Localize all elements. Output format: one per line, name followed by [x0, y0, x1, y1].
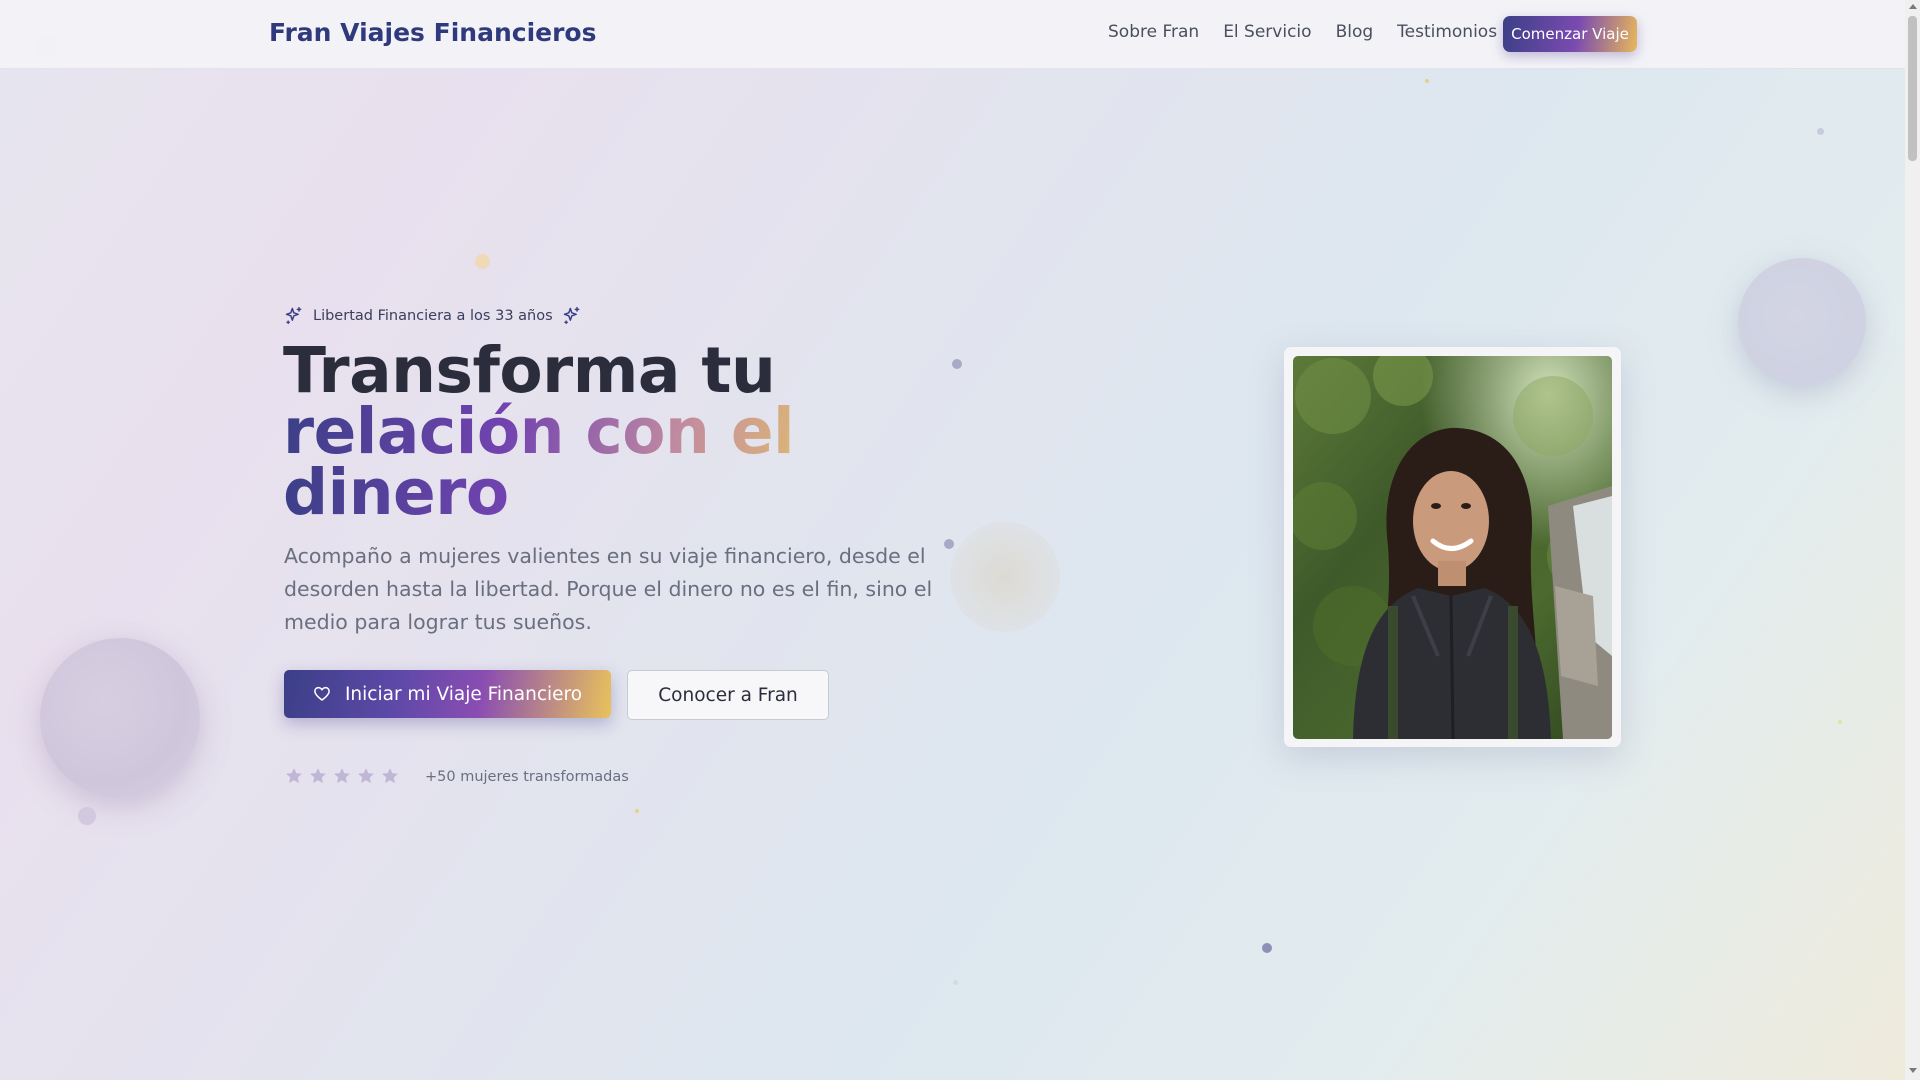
- hero-subtitle: Acompaño a mujeres valientes en su viaje…: [284, 544, 933, 634]
- decorative-dot: [1817, 128, 1824, 135]
- nav-link-blog[interactable]: Blog: [1336, 22, 1374, 42]
- decorative-blob: [950, 522, 1060, 632]
- decorative-blob: [1738, 258, 1866, 386]
- decorative-dot: [78, 807, 96, 825]
- star-icon: [334, 768, 350, 784]
- nav-link-sobre-fran[interactable]: Sobre Fran: [1108, 22, 1199, 42]
- decorative-dot: [1425, 79, 1429, 83]
- nav-link-testimonios[interactable]: Testimonios: [1397, 22, 1497, 42]
- star-icon: [358, 768, 374, 784]
- nav-link-el-servicio[interactable]: El Servicio: [1223, 22, 1311, 42]
- headline-line-3: dinero: [283, 461, 843, 524]
- scroll-down-arrow-icon[interactable]: [1909, 1068, 1917, 1073]
- rating-stars: [284, 766, 400, 786]
- star-icon: [310, 768, 326, 784]
- fran-photo-frame: [1284, 347, 1621, 747]
- brand-logo[interactable]: Fran Viajes Financieros: [269, 18, 596, 47]
- sparkles-icon: [563, 306, 580, 325]
- decorative-dot: [944, 539, 954, 549]
- landing-page: Fran Viajes Financieros Sobre Fran El Se…: [0, 0, 1905, 1080]
- star-icon: [286, 768, 302, 784]
- decorative-dot: [1262, 943, 1272, 953]
- iniciar-viaje-button[interactable]: Iniciar mi Viaje Financiero: [284, 670, 611, 718]
- scrollbar-thumb[interactable]: [1908, 16, 1917, 161]
- scroll-up-arrow-icon[interactable]: [1909, 4, 1917, 9]
- social-proof-text: +50 mujeres transformadas: [425, 769, 629, 785]
- hero-tagline: Libertad Financiera a los 33 años: [284, 306, 582, 326]
- iniciar-viaje-label: Iniciar mi Viaje Financiero: [344, 683, 583, 705]
- comenzar-viaje-button[interactable]: Comenzar Viaje: [1503, 16, 1637, 52]
- decorative-dot: [635, 809, 639, 813]
- decorative-dot: [475, 254, 490, 269]
- conocer-fran-button[interactable]: Conocer a Fran: [627, 670, 829, 720]
- heart-icon: [314, 686, 330, 701]
- top-navbar: Fran Viajes Financieros Sobre Fran El Se…: [0, 0, 1905, 69]
- decorative-blob: [40, 638, 200, 798]
- tagline-text: Libertad Financiera a los 33 años: [313, 308, 553, 324]
- decorative-dot: [953, 980, 958, 985]
- sparkles-icon: [285, 306, 302, 325]
- vertical-scrollbar[interactable]: [1905, 0, 1920, 1080]
- headline-line-1: Transforma tu: [283, 334, 776, 407]
- nav-links: Sobre Fran El Servicio Blog Testimonios: [1108, 22, 1521, 42]
- decorative-dot: [1838, 720, 1842, 724]
- hero-headline: Transforma tu relación con el dinero: [283, 334, 843, 524]
- fran-portrait-photo: [1293, 356, 1612, 739]
- decorative-dot: [952, 359, 962, 369]
- headline-line-2: relación con el: [283, 400, 843, 463]
- star-icon: [382, 768, 398, 784]
